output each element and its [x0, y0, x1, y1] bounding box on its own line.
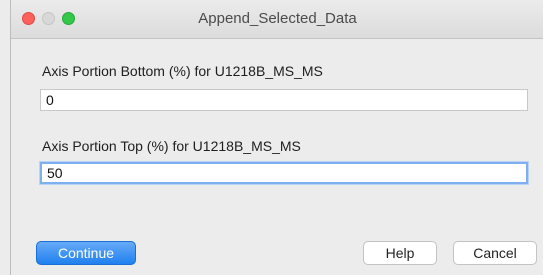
axis-bottom-label: Axis Portion Bottom (%) for U1218B_MS_MS	[42, 63, 323, 79]
axis-bottom-input[interactable]	[40, 89, 528, 111]
help-button[interactable]: Help	[363, 241, 437, 265]
title-bar[interactable]: Append_Selected_Data	[11, 0, 543, 39]
cancel-button[interactable]: Cancel	[453, 241, 537, 265]
window-title: Append_Selected_Data	[198, 10, 357, 27]
continue-button[interactable]: Continue	[36, 241, 136, 265]
dialog-window: Append_Selected_Data Axis Portion Bottom…	[10, 0, 543, 275]
axis-top-input[interactable]	[40, 162, 528, 184]
axis-top-label: Axis Portion Top (%) for U1218B_MS_MS	[42, 138, 301, 154]
